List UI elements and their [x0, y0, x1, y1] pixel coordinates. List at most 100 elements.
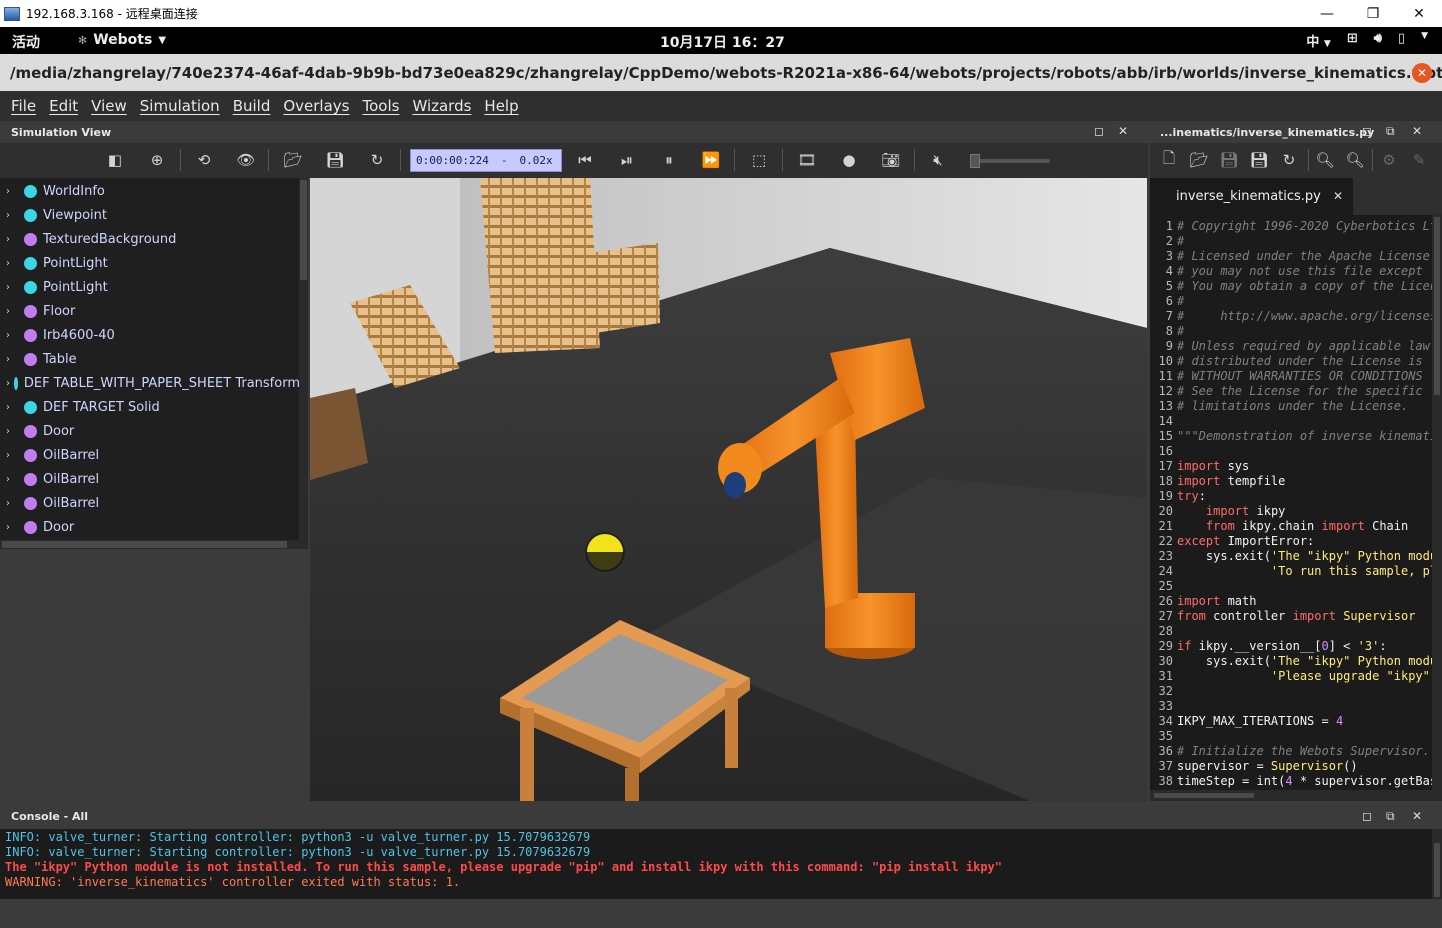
console-output[interactable]: INFO: valve_turner: Starting controller:…	[0, 829, 1432, 899]
reload-world-icon[interactable]: ↻	[368, 151, 386, 169]
console-undock-button[interactable]: ⧉	[1386, 809, 1395, 824]
find-icon[interactable]: 🔍︎	[1315, 151, 1334, 169]
menu-overlays[interactable]: Overlays	[283, 97, 349, 115]
clock[interactable]: 10月17日 16：27	[660, 32, 785, 52]
open-world-icon[interactable]: 📂︎	[283, 151, 302, 169]
restore-viewpoint-icon[interactable]: ⟲	[195, 151, 213, 169]
menu-simulation[interactable]: Simulation	[140, 97, 220, 115]
mute-icon[interactable]: 🔇︎	[929, 151, 947, 169]
new-file-icon[interactable]: 🗋︎	[1160, 149, 1178, 169]
scene-tree-item[interactable]: › OilBarrel	[0, 443, 300, 467]
menu-build[interactable]: Build	[233, 97, 271, 115]
editor-float-button[interactable]: ◻	[1362, 124, 1372, 138]
scene-tree-horizontal-scrollbar[interactable]	[0, 540, 308, 549]
console-close-button[interactable]: ✕	[1412, 809, 1422, 823]
expand-arrow-icon[interactable]: ›	[6, 330, 20, 341]
reset-simulation-icon[interactable]: ⏮	[576, 151, 594, 169]
tab-label: inverse_kinematics.py	[1176, 189, 1321, 204]
save-world-icon[interactable]: 💾︎	[325, 151, 344, 169]
pause-icon[interactable]: ⏸	[660, 151, 678, 169]
revert-file-icon[interactable]: ↻	[1280, 151, 1298, 169]
save-all-icon[interactable]: 💾︎	[1249, 151, 1268, 169]
console-vertical-scrollbar[interactable]	[1432, 829, 1442, 899]
change-view-icon[interactable]: 👁︎	[236, 151, 255, 169]
scene-tree-item[interactable]: › DEF TABLE_WITH_PAPER_SHEET Transform	[0, 371, 300, 395]
3d-view[interactable]	[310, 178, 1147, 801]
expand-arrow-icon[interactable]: ›	[6, 234, 20, 245]
expand-arrow-icon[interactable]: ›	[6, 210, 20, 221]
expand-arrow-icon[interactable]: ›	[6, 378, 10, 389]
tab-inverse-kinematics[interactable]: inverse_kinematics.py ✕	[1150, 178, 1353, 215]
scene-tree-item[interactable]: › Floor	[0, 299, 300, 323]
open-file-icon[interactable]: 📂︎	[1189, 151, 1208, 169]
save-file-icon[interactable]: 💾︎	[1219, 151, 1238, 169]
scene-tree-vertical-scrollbar[interactable]	[299, 178, 308, 540]
code-line: 27 from controller import Supervisor	[1150, 609, 1432, 624]
expand-arrow-icon[interactable]: ›	[6, 354, 20, 365]
window-close-button[interactable]: ✕	[1412, 63, 1432, 83]
add-node-icon[interactable]: ⊕	[148, 151, 166, 169]
code-vertical-scrollbar[interactable]	[1432, 215, 1442, 790]
menu-wizards[interactable]: Wizards	[412, 97, 471, 115]
menu-tools[interactable]: Tools	[362, 97, 399, 115]
expand-arrow-icon[interactable]: ›	[6, 498, 20, 509]
editor-undock-button[interactable]: ⧉	[1386, 124, 1395, 139]
replace-icon[interactable]: 🔍︎	[1345, 151, 1364, 169]
record-animation-icon[interactable]: ●	[840, 151, 858, 169]
panel-float-button[interactable]: ◻	[1094, 124, 1104, 138]
scene-tree-item[interactable]: › Irb4600-40	[0, 323, 300, 347]
code-editor[interactable]: 1 # Copyright 1996-2020 Cyberbotics Ltd. 2…	[1150, 215, 1432, 790]
screenshot-icon[interactable]: 📷︎	[881, 151, 900, 169]
scene-tree-item[interactable]: › Door	[0, 515, 300, 539]
expand-arrow-icon[interactable]: ›	[6, 522, 20, 533]
expand-arrow-icon[interactable]: ›	[6, 258, 20, 269]
scene-tree-item[interactable]: › PointLight	[0, 251, 300, 275]
expand-arrow-icon[interactable]: ›	[6, 474, 20, 485]
line-number: 37	[1158, 759, 1173, 773]
panel-close-button[interactable]: ✕	[1118, 124, 1128, 138]
activities-button[interactable]: 活动	[12, 32, 40, 52]
expand-arrow-icon[interactable]: ›	[6, 426, 20, 437]
scene-tree[interactable]: › WorldInfo › Viewpoint › TexturedBackground ›…	[0, 178, 300, 540]
expand-arrow-icon[interactable]: ›	[6, 450, 20, 461]
rdp-close-button[interactable]: ✕	[1396, 0, 1442, 27]
scene-tree-item[interactable]: › DEF TARGET Solid	[0, 395, 300, 419]
step-icon[interactable]: ⏯	[618, 151, 636, 169]
code-token: 'To run this sample, please	[1270, 564, 1432, 578]
rendering-icon[interactable]: ⬚	[750, 151, 768, 169]
rdp-maximize-button[interactable]: ❐	[1350, 0, 1396, 27]
expand-arrow-icon[interactable]: ›	[6, 282, 20, 293]
scene-tree-item[interactable]: › Door	[0, 419, 300, 443]
scene-tree-item[interactable]: › Viewpoint	[0, 203, 300, 227]
chevron-down-icon: ▼	[158, 34, 167, 46]
scene-tree-item[interactable]: › OilBarrel	[0, 467, 300, 491]
scene-tree-item[interactable]: › WorldInfo	[0, 179, 300, 203]
tab-close-icon[interactable]: ✕	[1333, 189, 1343, 203]
menu-edit[interactable]: Edit	[49, 97, 78, 115]
toggle-scene-tree-icon[interactable]: ◧	[106, 151, 124, 169]
input-method-indicator[interactable]: 中 ▼	[1306, 31, 1330, 50]
record-movie-icon[interactable]: 🎞︎	[797, 151, 816, 169]
scene-tree-item[interactable]: › PointLight	[0, 275, 300, 299]
scene-tree-item[interactable]: › Table	[0, 347, 300, 371]
editor-close-button[interactable]: ✕	[1412, 124, 1422, 138]
rdp-minimize-button[interactable]: —	[1304, 0, 1350, 27]
menu-help[interactable]: Help	[484, 97, 518, 115]
menu-view[interactable]: View	[91, 97, 127, 115]
scene-tree-item[interactable]: › OilBarrel	[0, 491, 300, 515]
clean-icon[interactable]: ✎	[1410, 151, 1428, 169]
expand-arrow-icon[interactable]: ›	[6, 402, 20, 413]
volume-slider-handle[interactable]	[970, 154, 980, 168]
fast-forward-icon[interactable]: ⏩	[702, 151, 721, 169]
console-float-button[interactable]: ◻	[1362, 809, 1372, 823]
system-tray[interactable]: 中 ▼ ⊞ 🔊︎ ▯ ▼	[1306, 31, 1428, 50]
volume-slider[interactable]	[970, 154, 1050, 168]
app-menu[interactable]: ✻ Webots ▼	[78, 32, 166, 48]
build-icon[interactable]: ⚙	[1380, 151, 1398, 169]
expand-arrow-icon[interactable]: ›	[6, 306, 20, 317]
expand-arrow-icon[interactable]: ›	[6, 186, 20, 197]
scene-tree-item[interactable]: › TexturedBackground	[0, 227, 300, 251]
3d-scene[interactable]	[310, 178, 1147, 801]
menu-file[interactable]: File	[11, 97, 36, 115]
code-horizontal-scrollbar[interactable]	[1150, 790, 1442, 801]
